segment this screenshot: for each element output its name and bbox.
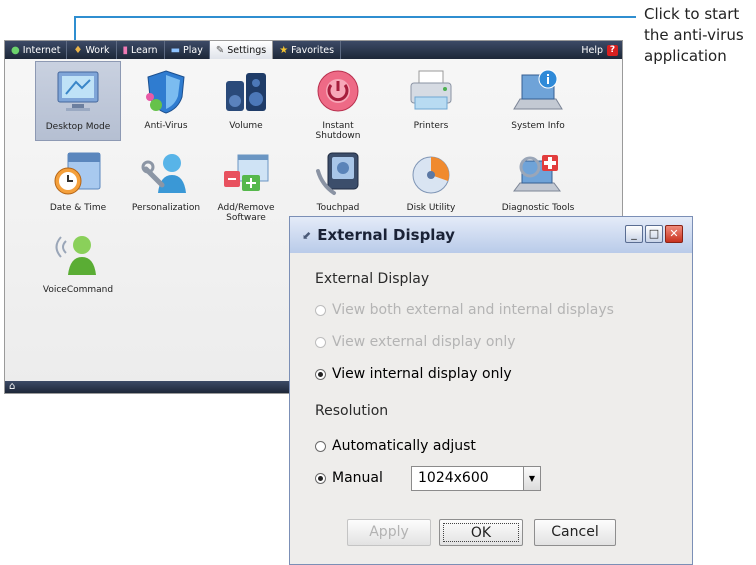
resolution-value: 1024x600: [418, 470, 489, 486]
star-icon: ★: [279, 44, 289, 56]
work-icon: ♦: [73, 44, 83, 56]
tab-play[interactable]: ▬ Play: [165, 41, 210, 59]
desktop-mode-icon: [57, 71, 99, 111]
app-label: Anti-Virus: [144, 121, 188, 131]
app-desktop-mode[interactable]: Desktop Mode: [35, 61, 121, 141]
add-remove-software-icon: [224, 154, 269, 191]
radio-label: Automatically adjust: [332, 438, 476, 454]
close-button[interactable]: ✕: [665, 225, 683, 243]
radio-circle: [315, 336, 326, 348]
section-heading-display: External Display: [315, 271, 430, 287]
app-label: Instant Shutdown: [315, 121, 361, 141]
radio-circle: [315, 368, 326, 380]
app-label: Volume: [229, 121, 263, 131]
help-icon: ?: [607, 44, 618, 56]
maximize-icon: □: [648, 227, 660, 240]
play-icon: ▬: [170, 44, 181, 56]
radio-view-both[interactable]: View both external and internal displays: [315, 302, 614, 318]
radio-view-internal-only[interactable]: View internal display only: [315, 366, 512, 382]
callout-leader-horizontal: [74, 16, 636, 18]
maximize-button[interactable]: □: [645, 225, 663, 243]
app-touchpad[interactable]: Touchpad: [295, 143, 381, 223]
cancel-button[interactable]: Cancel: [534, 519, 616, 546]
app-label: Printers: [413, 121, 449, 131]
minimize-button[interactable]: _: [625, 225, 643, 243]
app-label: Add/Remove Software: [217, 203, 275, 223]
app-voice-command[interactable]: VoiceCommand: [35, 225, 121, 305]
anti-virus-icon: [146, 70, 185, 114]
dialog-title: External Display: [317, 226, 455, 244]
external-display-dialog: ⬋ External Display _ □ ✕ External Displa…: [289, 216, 693, 565]
close-icon: ✕: [669, 227, 679, 240]
system-info-icon: [513, 69, 563, 110]
app-label: Disk Utility: [406, 203, 456, 213]
tab-bar: ● Internet ♦ Work ▮ Learn ▬ Play ✎ Settings ★…: [5, 41, 622, 59]
app-add-remove-software[interactable]: Add/Remove Software: [203, 143, 289, 223]
radio-view-external-only[interactable]: View external display only: [315, 334, 516, 350]
disk-utility-icon: [412, 156, 450, 194]
radio-label: View both external and internal displays: [332, 302, 614, 318]
window-menu-icon[interactable]: ⬋: [302, 229, 311, 242]
callout-line: the anti-virus: [644, 26, 744, 44]
dialog-titlebar[interactable]: ⬋ External Display _ □ ✕: [290, 217, 692, 253]
app-label: VoiceCommand: [42, 285, 114, 295]
app-label: Diagnostic Tools: [501, 203, 575, 213]
app-label: Personalization: [131, 203, 201, 213]
touchpad-icon: [316, 152, 359, 195]
app-printers[interactable]: Printers: [388, 61, 474, 141]
radio-automatically-adjust[interactable]: Automatically adjust: [315, 438, 476, 454]
radio-label: View internal display only: [332, 366, 512, 382]
printer-icon: [410, 70, 452, 110]
tab-learn[interactable]: ▮ Learn: [117, 41, 165, 59]
radio-circle: [315, 304, 326, 316]
app-date-time[interactable]: Date & Time: [35, 143, 121, 223]
app-label: Desktop Mode: [45, 122, 111, 132]
app-label: Touchpad: [316, 203, 360, 213]
minimize-icon: _: [631, 227, 637, 240]
ok-button[interactable]: OK: [439, 519, 523, 546]
callout-line: Click to start: [644, 5, 740, 23]
ok-button-label: OK: [443, 523, 519, 542]
resolution-select[interactable]: 1024x600 ▼: [411, 466, 541, 491]
radio-manual[interactable]: Manual: [315, 470, 383, 486]
home-icon[interactable]: ⌂: [9, 381, 15, 393]
radio-circle: [315, 472, 326, 484]
radio-label: View external display only: [332, 334, 516, 350]
app-label: Date & Time: [49, 203, 107, 213]
tab-work[interactable]: ♦ Work: [67, 41, 117, 59]
shutdown-icon: [317, 70, 359, 112]
radio-circle: [315, 440, 326, 452]
help-button[interactable]: Help?: [581, 41, 618, 59]
tab-internet[interactable]: ● Internet: [5, 41, 68, 59]
callout-line: application: [644, 47, 727, 65]
app-disk-utility[interactable]: Disk Utility: [388, 143, 474, 223]
app-diagnostic-tools[interactable]: Diagnostic Tools: [495, 143, 581, 223]
app-instant-shutdown[interactable]: Instant Shutdown: [295, 61, 381, 141]
diagnostic-tools-icon: [513, 155, 561, 192]
app-anti-virus[interactable]: Anti-Virus: [123, 61, 209, 141]
tab-settings[interactable]: ✎ Settings: [209, 41, 274, 59]
calendar-clock-icon: [54, 152, 101, 195]
radio-label: Manual: [332, 470, 383, 486]
app-personalization[interactable]: Personalization: [123, 143, 209, 223]
callout-text: Click to start the anti-virus applicatio…: [644, 4, 756, 67]
app-volume[interactable]: Volume: [203, 61, 289, 141]
tab-favorites[interactable]: ★ Favorites: [273, 41, 342, 59]
app-label: System Info: [511, 121, 565, 131]
learn-icon: ▮: [122, 44, 129, 56]
chevron-down-icon[interactable]: ▼: [523, 467, 540, 490]
volume-icon: [226, 73, 266, 111]
globe-icon: ●: [11, 44, 20, 56]
section-heading-resolution: Resolution: [315, 403, 389, 419]
wrench-icon: ✎: [215, 44, 225, 56]
apply-button[interactable]: Apply: [347, 519, 431, 546]
voice-command-icon: [55, 236, 96, 275]
personalization-icon: [141, 154, 186, 193]
app-system-info[interactable]: System Info: [495, 61, 581, 141]
